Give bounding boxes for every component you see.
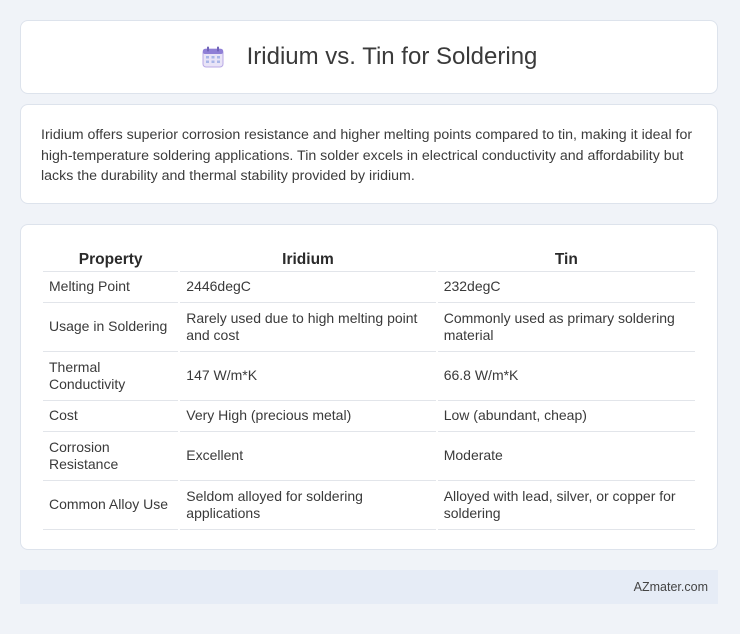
tin-cell: Alloyed with lead, silver, or copper for… bbox=[437, 481, 695, 530]
page-title: Iridium vs. Tin for Soldering bbox=[246, 43, 538, 70]
tin-cell: 232degC bbox=[437, 272, 695, 303]
property-cell: Corrosion Resistance bbox=[43, 432, 179, 481]
table-row: Corrosion Resistance Excellent Moderate bbox=[43, 432, 695, 481]
intro-card: Iridium offers superior corrosion resist… bbox=[20, 104, 718, 204]
column-header-tin: Tin bbox=[437, 243, 695, 272]
iridium-cell: Very High (precious metal) bbox=[180, 401, 436, 432]
tin-cell: Low (abundant, cheap) bbox=[437, 401, 695, 432]
property-cell: Thermal Conductivity bbox=[43, 352, 179, 401]
property-cell: Melting Point bbox=[43, 272, 179, 303]
property-cell: Cost bbox=[43, 401, 179, 432]
property-cell: Common Alloy Use bbox=[43, 481, 179, 530]
footer-bar: AZmater.com bbox=[20, 570, 718, 604]
comparison-table: Property Iridium Tin Melting Point 2446d… bbox=[41, 243, 697, 530]
column-header-property: Property bbox=[43, 243, 179, 272]
iridium-cell: Excellent bbox=[180, 432, 436, 481]
table-header-row: Property Iridium Tin bbox=[43, 243, 695, 272]
tin-cell: 66.8 W/m*K bbox=[437, 352, 695, 401]
iridium-cell: Rarely used due to high melting point an… bbox=[180, 303, 436, 352]
title-card: Iridium vs. Tin for Soldering bbox=[20, 20, 718, 94]
iridium-cell: 147 W/m*K bbox=[180, 352, 436, 401]
tin-cell: Moderate bbox=[437, 432, 695, 481]
table-row: Usage in Soldering Rarely used due to hi… bbox=[43, 303, 695, 352]
calendar-icon bbox=[201, 45, 225, 69]
iridium-cell: Seldom alloyed for soldering application… bbox=[180, 481, 436, 530]
intro-paragraph: Iridium offers superior corrosion resist… bbox=[41, 127, 693, 184]
footer-brand: AZmater.com bbox=[633, 580, 708, 594]
iridium-cell: 2446degC bbox=[180, 272, 436, 303]
table-row: Thermal Conductivity 147 W/m*K 66.8 W/m*… bbox=[43, 352, 695, 401]
column-header-iridium: Iridium bbox=[180, 243, 436, 272]
table-row: Common Alloy Use Seldom alloyed for sold… bbox=[43, 481, 695, 530]
tin-cell: Commonly used as primary soldering mater… bbox=[437, 303, 695, 352]
comparison-table-card: Property Iridium Tin Melting Point 2446d… bbox=[20, 224, 718, 550]
table-row: Melting Point 2446degC 232degC bbox=[43, 272, 695, 303]
property-cell: Usage in Soldering bbox=[43, 303, 179, 352]
table-row: Cost Very High (precious metal) Low (abu… bbox=[43, 401, 695, 432]
